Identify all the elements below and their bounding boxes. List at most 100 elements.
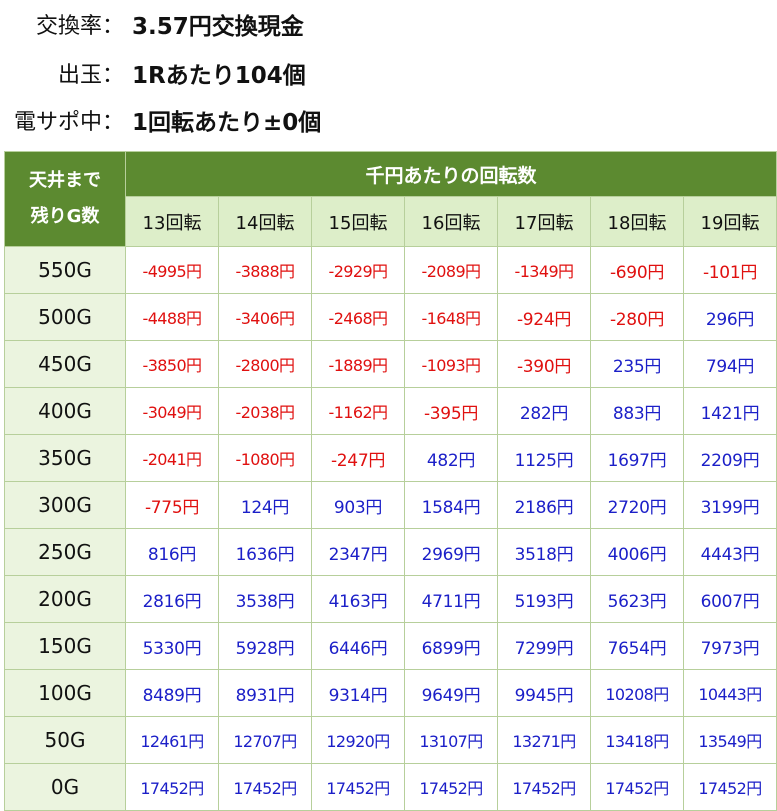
- column-header: 18回転: [590, 196, 684, 247]
- value-cell: 4006円: [590, 528, 684, 576]
- row-header: 100G: [4, 669, 126, 717]
- table-row: 100G 8489円 8931円 9314円 9649円 9945円 10208円 10443…: [4, 669, 777, 717]
- value-cell: -3049円: [125, 387, 219, 435]
- table-row: 150G 5330円 5928円 6446円 6899円 7299円 7654円 7973円: [4, 622, 777, 670]
- exchange-rate-value: 3.57円交換現金: [132, 14, 304, 40]
- exchange-rate-row: 交換率： 3.57円交換現金: [0, 4, 777, 44]
- value-cell: 2816円: [125, 575, 219, 623]
- row-header: 350G: [4, 434, 126, 482]
- value-cell: 482円: [404, 434, 498, 482]
- value-cell: 883円: [590, 387, 684, 435]
- value-cell: 12461円: [125, 716, 219, 764]
- value-cell: 903円: [311, 481, 405, 529]
- value-cell: 3538円: [218, 575, 312, 623]
- value-cell: 816円: [125, 528, 219, 576]
- column-header: 16回転: [404, 196, 498, 247]
- value-cell: 17452円: [218, 763, 312, 811]
- value-cell: 10208円: [590, 669, 684, 717]
- value-cell: 9649円: [404, 669, 498, 717]
- value-cell: 1584円: [404, 481, 498, 529]
- table-row: 50G 12461円 12707円 12920円 13107円 13271円 13418円 1…: [4, 716, 777, 764]
- payout-label: 出玉：: [57, 63, 124, 88]
- value-cell: -2800円: [218, 340, 312, 388]
- support-label: 電サポ中：: [13, 110, 124, 135]
- value-cell: 17452円: [590, 763, 684, 811]
- table-row: 200G 2816円 3538円 4163円 4711円 5193円 5623円 6007円: [4, 575, 777, 623]
- spins-per-1000-header: 千円あたりの回転数: [125, 150, 777, 198]
- value-cell: 1636円: [218, 528, 312, 576]
- value-cell: 6446円: [311, 622, 405, 670]
- value-cell: -1889円: [311, 340, 405, 388]
- value-cell: 13549円: [683, 716, 777, 764]
- row-header: 150G: [4, 622, 126, 670]
- value-cell: 17452円: [404, 763, 498, 811]
- value-cell: -390円: [497, 340, 591, 388]
- value-cell: -924円: [497, 293, 591, 341]
- value-cell: 8931円: [218, 669, 312, 717]
- corner-header: 天井まで 残りG数: [4, 151, 126, 247]
- value-cell: -3406円: [218, 293, 312, 341]
- row-header: 500G: [4, 293, 126, 341]
- value-cell: 2720円: [590, 481, 684, 529]
- value-cell: -775円: [125, 481, 219, 529]
- value-cell: 1421円: [683, 387, 777, 435]
- value-cell: 5193円: [497, 575, 591, 623]
- column-header: 17回転: [497, 196, 591, 247]
- value-cell: 3199円: [683, 481, 777, 529]
- value-cell: 17452円: [683, 763, 777, 811]
- corner-line-2: 残りG数: [30, 206, 100, 227]
- value-cell: -3850円: [125, 340, 219, 388]
- table-row: 0G 17452円 17452円 17452円 17452円 17452円 17452円 17…: [4, 763, 777, 811]
- payout-value: 1Rあたり104個: [132, 63, 306, 89]
- table-row: 500G -4488円 -3406円 -2468円 -1648円 -924円 -280円 29…: [4, 293, 777, 341]
- value-cell: 12920円: [311, 716, 405, 764]
- value-cell: 2347円: [311, 528, 405, 576]
- support-value: 1回転あたり±0個: [132, 110, 322, 136]
- corner-line-1: 天井まで: [29, 170, 101, 191]
- value-cell: -1162円: [311, 387, 405, 435]
- row-header: 200G: [4, 575, 126, 623]
- value-cell: -2089円: [404, 246, 498, 294]
- column-header: 14回転: [218, 196, 312, 247]
- value-cell: 9945円: [497, 669, 591, 717]
- value-cell: -2929円: [311, 246, 405, 294]
- value-cell: 8489円: [125, 669, 219, 717]
- value-cell: 4711円: [404, 575, 498, 623]
- value-cell: -101円: [683, 246, 777, 294]
- row-header: 450G: [4, 340, 126, 388]
- value-cell: 9314円: [311, 669, 405, 717]
- value-cell: 6899円: [404, 622, 498, 670]
- value-cell: 5623円: [590, 575, 684, 623]
- table-row: 550G -4995円 -3888円 -2929円 -2089円 -1349円 -690円 -…: [4, 246, 777, 294]
- value-cell: -3888円: [218, 246, 312, 294]
- value-cell: 1125円: [497, 434, 591, 482]
- table-row: 350G -2041円 -1080円 -247円 482円 1125円 1697円 2209円: [4, 434, 777, 482]
- value-cell: -2468円: [311, 293, 405, 341]
- row-header: 400G: [4, 387, 126, 435]
- value-cell: 17452円: [497, 763, 591, 811]
- table-body: 550G -4995円 -3888円 -2929円 -2089円 -1349円 -690円 -…: [4, 246, 777, 811]
- table-row: 300G -775円 124円 903円 1584円 2186円 2720円 3199円: [4, 481, 777, 529]
- value-cell: 6007円: [683, 575, 777, 623]
- value-cell: 2209円: [683, 434, 777, 482]
- value-cell: -1349円: [497, 246, 591, 294]
- expected-value-table: 天井まで 残りG数 千円あたりの回転数 13回転 14回転 15回転 16回転 17回転…: [4, 150, 777, 811]
- row-header: 300G: [4, 481, 126, 529]
- value-cell: 17452円: [311, 763, 405, 811]
- value-cell: -1648円: [404, 293, 498, 341]
- value-cell: 124円: [218, 481, 312, 529]
- value-cell: 296円: [683, 293, 777, 341]
- value-cell: 13271円: [497, 716, 591, 764]
- value-cell: 7973円: [683, 622, 777, 670]
- value-cell: 5330円: [125, 622, 219, 670]
- value-cell: 4163円: [311, 575, 405, 623]
- value-cell: 5928円: [218, 622, 312, 670]
- value-cell: 3518円: [497, 528, 591, 576]
- value-cell: -280円: [590, 293, 684, 341]
- table-row: 450G -3850円 -2800円 -1889円 -1093円 -390円 235円 794…: [4, 340, 777, 388]
- table-row: 250G 816円 1636円 2347円 2969円 3518円 4006円 4443円: [4, 528, 777, 576]
- value-cell: -247円: [311, 434, 405, 482]
- value-cell: 794円: [683, 340, 777, 388]
- value-cell: -2041円: [125, 434, 219, 482]
- value-cell: 13418円: [590, 716, 684, 764]
